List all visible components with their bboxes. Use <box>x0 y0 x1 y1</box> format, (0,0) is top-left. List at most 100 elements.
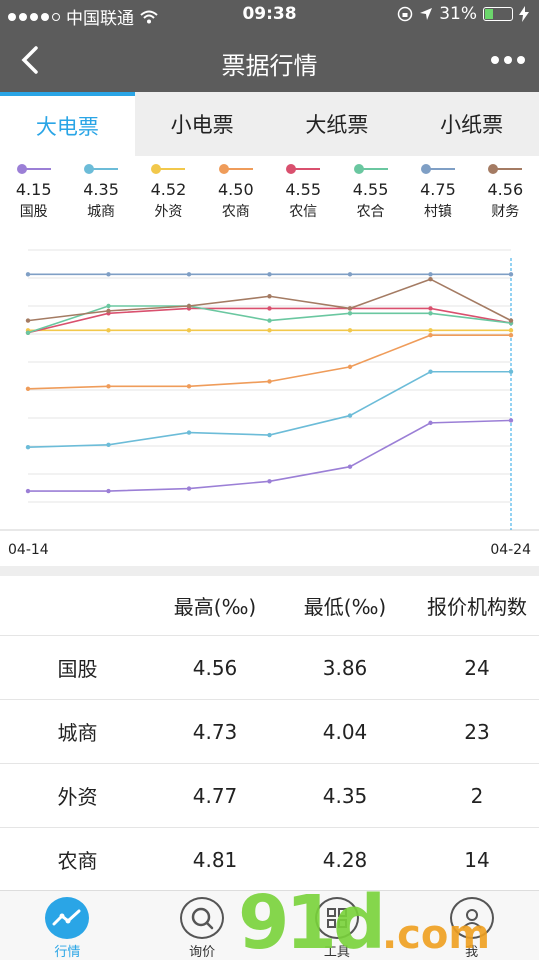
legend-label: 城商 <box>87 204 116 220</box>
legend-value: 4.15 <box>15 180 52 199</box>
legend-value: 4.55 <box>285 180 321 199</box>
tab-label: 询价 <box>189 945 216 960</box>
chart-legend: 4.15 国股 4.35 城商 4.52 外资 4.50 农商 4.55 农信 4.55 农合 4.75… <box>0 160 539 228</box>
data-point <box>508 272 514 277</box>
data-point <box>106 384 111 389</box>
tab-large-paper-ticket[interactable]: 大纸票 <box>270 92 405 156</box>
rate-line-chart: 04-14 04-24 <box>0 240 539 570</box>
quote-table: 最高(‰) 最低(‰) 报价机构数 国股 4.56 3.86 24 城商 4.7… <box>0 576 539 892</box>
data-point <box>267 294 272 299</box>
data-point <box>267 379 272 384</box>
rotation-lock-icon <box>397 6 413 22</box>
nav-bar: 票据行情 <box>0 30 539 92</box>
more-button[interactable] <box>491 48 525 72</box>
data-point <box>508 369 514 374</box>
legend-swatch <box>16 162 51 176</box>
legend-label: 财务 <box>491 204 520 220</box>
tab-me[interactable]: 我 <box>404 891 539 960</box>
bottom-tab-bar: 行情 询价 工具 我 <box>0 890 539 960</box>
data-point <box>508 418 514 423</box>
tab-small-paper-ticket[interactable]: 小纸票 <box>404 92 539 156</box>
data-point <box>508 318 514 323</box>
data-point <box>428 420 433 426</box>
data-point <box>428 333 433 338</box>
max-rate-cell: 4.56 <box>192 655 238 680</box>
header-cell: 报价机构数 <box>427 595 527 619</box>
tools-icon <box>314 897 359 939</box>
data-point <box>267 328 272 333</box>
data-point <box>347 464 353 469</box>
legend-label: 村镇 <box>423 204 452 220</box>
ticket-type-tabs: 大电票 小电票 大纸票 小纸票 <box>0 92 539 156</box>
legend-item: 4.52 外资 <box>135 160 202 228</box>
user-icon <box>449 897 494 939</box>
table-row[interactable]: 城商 4.73 4.04 23 <box>0 700 539 764</box>
tab-large-e-ticket[interactable]: 大电票 <box>0 92 135 156</box>
battery-icon <box>483 7 513 21</box>
data-point <box>186 272 192 277</box>
page-title: 票据行情 <box>221 52 318 80</box>
section-divider <box>0 566 539 576</box>
table-row[interactable]: 国股 4.56 3.86 24 <box>0 636 539 700</box>
data-point <box>428 311 433 316</box>
data-point <box>428 277 433 282</box>
data-point <box>428 306 433 311</box>
legend-item: 4.15 国股 <box>0 160 67 228</box>
bank-type-cell: 城商 <box>57 721 98 745</box>
data-point <box>106 488 111 494</box>
min-rate-cell: 3.86 <box>322 655 368 680</box>
legend-item: 4.55 农合 <box>337 160 404 228</box>
legend-item: 4.55 农信 <box>270 160 337 228</box>
data-point <box>186 328 192 333</box>
legend-swatch <box>84 162 119 176</box>
legend-swatch <box>488 162 523 176</box>
legend-value: 4.55 <box>352 180 389 199</box>
max-rate-cell: 4.73 <box>192 719 238 744</box>
legend-value: 4.56 <box>487 180 524 199</box>
data-point <box>106 328 111 333</box>
table-header: 最高(‰) 最低(‰) 报价机构数 <box>0 576 539 636</box>
data-point <box>347 328 353 333</box>
tab-label: 我 <box>465 945 479 960</box>
data-point <box>508 328 514 333</box>
legend-label: 农信 <box>289 204 318 220</box>
data-point <box>186 486 192 491</box>
legend-swatch <box>353 162 388 176</box>
tab-small-e-ticket[interactable]: 小电票 <box>135 92 270 156</box>
tab-inquiry[interactable]: 询价 <box>135 891 270 960</box>
bank-type-cell: 外资 <box>57 785 98 809</box>
data-point <box>186 303 192 309</box>
data-point <box>428 369 433 374</box>
bank-type-cell: 农商 <box>57 849 98 873</box>
data-point <box>508 333 514 338</box>
legend-swatch <box>286 162 321 176</box>
legend-swatch <box>218 162 253 176</box>
legend-swatch <box>420 162 455 176</box>
bank-type-cell: 国股 <box>57 657 98 681</box>
data-point <box>106 303 111 309</box>
legend-label: 农商 <box>221 204 250 220</box>
tab-tools[interactable]: 工具 <box>270 891 405 960</box>
legend-value: 4.52 <box>150 180 187 199</box>
legend-item: 4.35 城商 <box>67 160 134 228</box>
min-rate-cell: 4.28 <box>322 847 368 872</box>
quote-count-cell: 2 <box>470 783 484 808</box>
tab-market[interactable]: 行情 <box>0 891 135 960</box>
tab-label: 工具 <box>323 945 350 960</box>
legend-swatch <box>151 162 186 176</box>
data-point <box>106 272 111 277</box>
data-point <box>25 318 31 323</box>
tab-label: 行情 <box>54 945 81 960</box>
chart-svg <box>0 249 539 531</box>
status-bar: 中国联通 09:38 31% <box>0 0 539 30</box>
data-point <box>428 328 433 333</box>
data-point <box>347 311 353 316</box>
header-cell: 最高(‰) <box>173 595 257 619</box>
table-row[interactable]: 外资 4.77 4.35 2 <box>0 764 539 828</box>
min-rate-cell: 4.35 <box>322 783 368 808</box>
max-rate-cell: 4.81 <box>192 847 238 872</box>
data-point <box>428 272 433 277</box>
max-rate-cell: 4.77 <box>192 783 238 808</box>
table-row[interactable]: 农商 4.81 4.28 14 <box>0 828 539 892</box>
x-tick-label: 04-14 <box>8 542 49 558</box>
